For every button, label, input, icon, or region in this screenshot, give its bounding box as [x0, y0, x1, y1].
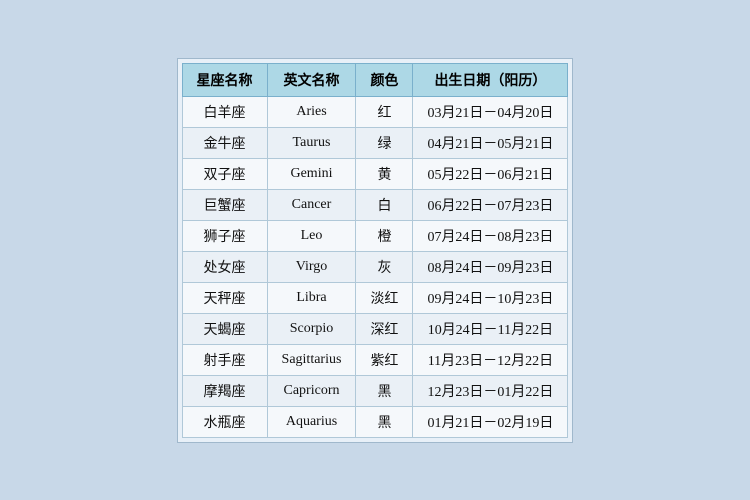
cell-dates: 03月21日－04月20日	[413, 96, 568, 127]
cell-english: Aries	[267, 96, 356, 127]
zodiac-table-container: 星座名称 英文名称 颜色 出生日期（阳历） 白羊座Aries红03月21日－04…	[177, 58, 574, 443]
cell-chinese: 水瓶座	[182, 406, 267, 437]
cell-english: Gemini	[267, 158, 356, 189]
cell-chinese: 狮子座	[182, 220, 267, 251]
table-row: 狮子座Leo橙07月24日－08月23日	[182, 220, 568, 251]
table-row: 白羊座Aries红03月21日－04月20日	[182, 96, 568, 127]
table-row: 射手座Sagittarius紫红11月23日－12月22日	[182, 344, 568, 375]
header-dates: 出生日期（阳历）	[413, 63, 568, 96]
table-row: 双子座Gemini黄05月22日－06月21日	[182, 158, 568, 189]
cell-color: 黄	[356, 158, 413, 189]
cell-chinese: 处女座	[182, 251, 267, 282]
table-row: 水瓶座Aquarius黑01月21日－02月19日	[182, 406, 568, 437]
cell-dates: 04月21日－05月21日	[413, 127, 568, 158]
header-chinese-name: 星座名称	[182, 63, 267, 96]
cell-english: Libra	[267, 282, 356, 313]
cell-chinese: 射手座	[182, 344, 267, 375]
cell-color: 白	[356, 189, 413, 220]
cell-dates: 07月24日－08月23日	[413, 220, 568, 251]
table-row: 摩羯座Capricorn黑12月23日－01月22日	[182, 375, 568, 406]
cell-chinese: 摩羯座	[182, 375, 267, 406]
header-english-name: 英文名称	[267, 63, 356, 96]
zodiac-table: 星座名称 英文名称 颜色 出生日期（阳历） 白羊座Aries红03月21日－04…	[182, 63, 569, 438]
table-row: 天秤座Libra淡红09月24日－10月23日	[182, 282, 568, 313]
cell-dates: 09月24日－10月23日	[413, 282, 568, 313]
cell-dates: 12月23日－01月22日	[413, 375, 568, 406]
cell-chinese: 双子座	[182, 158, 267, 189]
cell-chinese: 金牛座	[182, 127, 267, 158]
cell-color: 橙	[356, 220, 413, 251]
table-body: 白羊座Aries红03月21日－04月20日金牛座Taurus绿04月21日－0…	[182, 96, 568, 437]
cell-dates: 11月23日－12月22日	[413, 344, 568, 375]
cell-chinese: 白羊座	[182, 96, 267, 127]
table-header-row: 星座名称 英文名称 颜色 出生日期（阳历）	[182, 63, 568, 96]
cell-english: Sagittarius	[267, 344, 356, 375]
table-row: 金牛座Taurus绿04月21日－05月21日	[182, 127, 568, 158]
cell-english: Scorpio	[267, 313, 356, 344]
cell-dates: 08月24日－09月23日	[413, 251, 568, 282]
cell-chinese: 天蝎座	[182, 313, 267, 344]
cell-chinese: 巨蟹座	[182, 189, 267, 220]
cell-color: 黑	[356, 375, 413, 406]
cell-color: 灰	[356, 251, 413, 282]
cell-dates: 01月21日－02月19日	[413, 406, 568, 437]
header-color: 颜色	[356, 63, 413, 96]
cell-english: Virgo	[267, 251, 356, 282]
cell-color: 绿	[356, 127, 413, 158]
cell-color: 红	[356, 96, 413, 127]
cell-chinese: 天秤座	[182, 282, 267, 313]
cell-color: 淡红	[356, 282, 413, 313]
cell-color: 黑	[356, 406, 413, 437]
cell-color: 深红	[356, 313, 413, 344]
cell-english: Cancer	[267, 189, 356, 220]
table-row: 天蝎座Scorpio深红10月24日－11月22日	[182, 313, 568, 344]
cell-english: Leo	[267, 220, 356, 251]
cell-english: Aquarius	[267, 406, 356, 437]
cell-color: 紫红	[356, 344, 413, 375]
table-row: 处女座Virgo灰08月24日－09月23日	[182, 251, 568, 282]
cell-english: Capricorn	[267, 375, 356, 406]
table-row: 巨蟹座Cancer白06月22日－07月23日	[182, 189, 568, 220]
cell-english: Taurus	[267, 127, 356, 158]
cell-dates: 05月22日－06月21日	[413, 158, 568, 189]
cell-dates: 06月22日－07月23日	[413, 189, 568, 220]
cell-dates: 10月24日－11月22日	[413, 313, 568, 344]
